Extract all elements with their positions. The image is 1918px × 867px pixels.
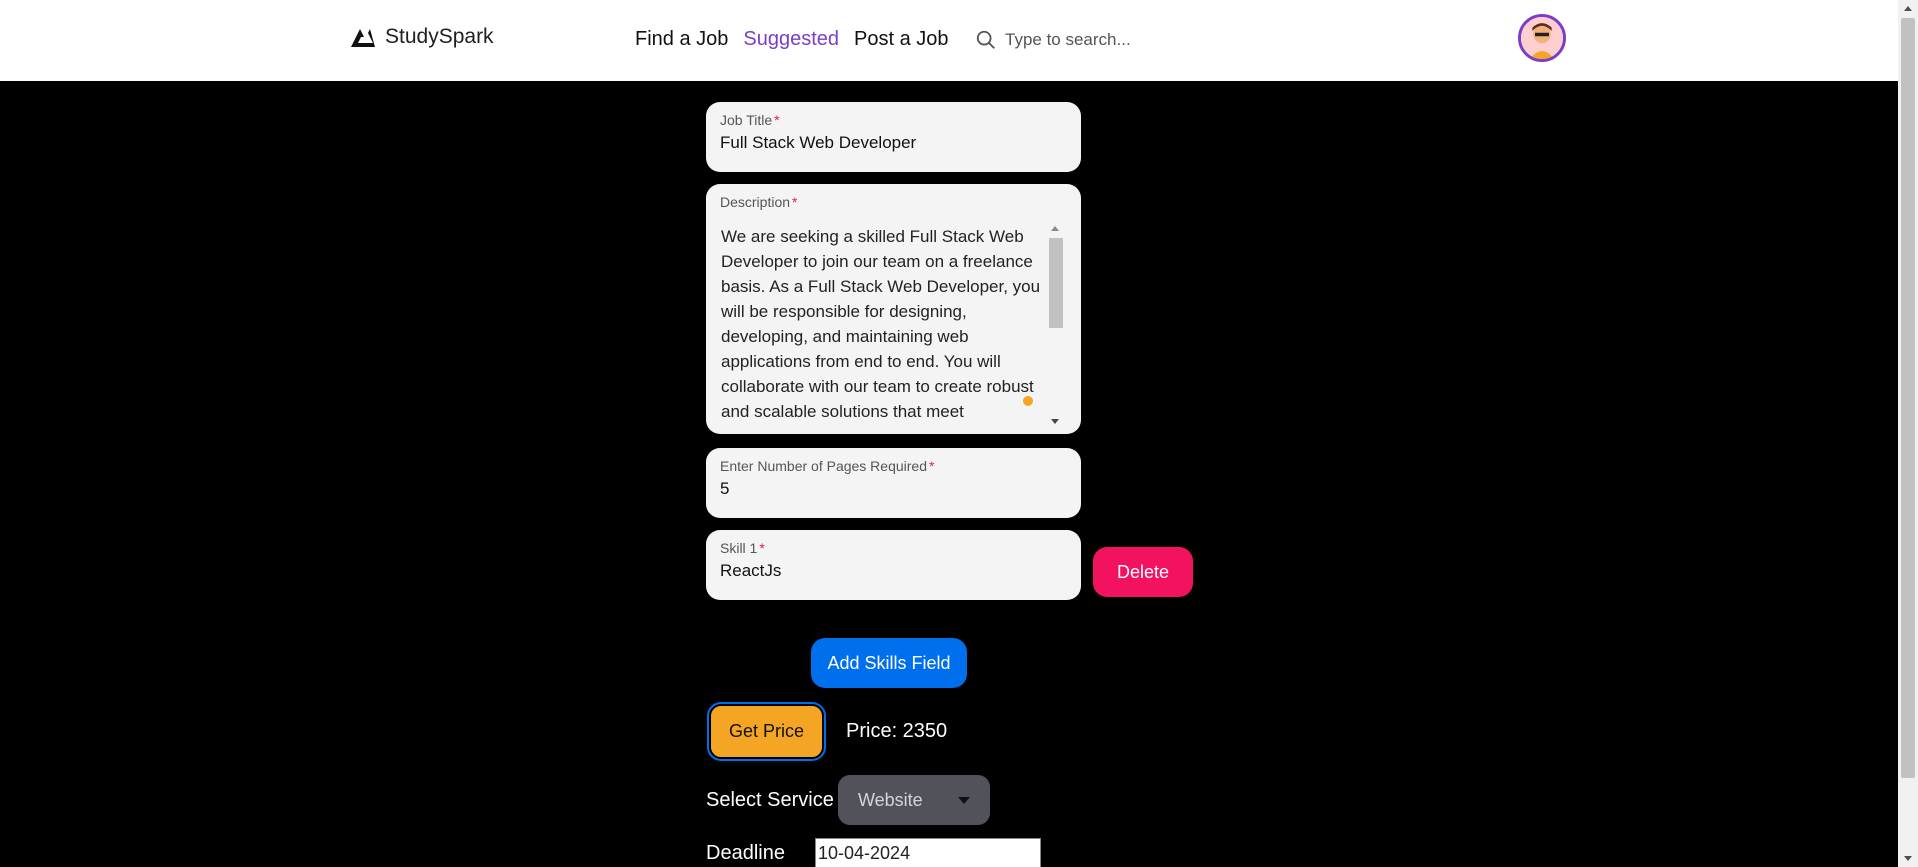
description-scrollbar[interactable] bbox=[1048, 226, 1063, 424]
user-avatar-icon bbox=[1521, 17, 1563, 59]
scroll-thumb[interactable] bbox=[1049, 238, 1063, 328]
required-mark: * bbox=[774, 112, 780, 128]
scroll-up-icon[interactable] bbox=[1904, 6, 1912, 11]
skill-label: Skill 1 bbox=[720, 540, 758, 556]
service-value: Website bbox=[858, 789, 923, 810]
nav-suggested[interactable]: Suggested bbox=[743, 28, 839, 51]
main-nav: Find a Job Suggested Post a Job bbox=[635, 28, 949, 51]
job-title-field[interactable]: Job Title * Full Stack Web Developer bbox=[706, 102, 1081, 172]
search-input[interactable] bbox=[1005, 30, 1465, 50]
chevron-down-icon bbox=[958, 797, 970, 804]
logo-icon bbox=[351, 29, 375, 47]
get-price-button[interactable]: Get Price bbox=[709, 704, 824, 759]
description-field[interactable]: Description * We are seeking a skilled Fu… bbox=[706, 184, 1081, 434]
scroll-down-icon[interactable] bbox=[1051, 419, 1059, 424]
service-label: Select Service bbox=[706, 789, 834, 811]
search-icon bbox=[976, 30, 995, 49]
required-mark: * bbox=[759, 540, 765, 556]
scroll-down-icon[interactable] bbox=[1904, 856, 1912, 861]
job-title-value[interactable]: Full Stack Web Developer bbox=[720, 133, 1067, 153]
avatar[interactable] bbox=[1518, 14, 1566, 62]
status-dot bbox=[1023, 396, 1033, 406]
scroll-thumb[interactable] bbox=[1901, 18, 1915, 778]
skill-field[interactable]: Skill 1 * ReactJs bbox=[706, 530, 1081, 600]
required-mark: * bbox=[792, 194, 798, 210]
brand[interactable]: StudySpark bbox=[349, 25, 494, 49]
scroll-up-icon[interactable] bbox=[1051, 226, 1059, 231]
description-textarea[interactable]: We are seeking a skilled Full Stack Web … bbox=[721, 224, 1046, 424]
deadline-label: Deadline bbox=[706, 842, 785, 864]
page-scrollbar[interactable] bbox=[1898, 0, 1918, 867]
pages-value[interactable]: 5 bbox=[720, 479, 1067, 499]
pages-label: Enter Number of Pages Required bbox=[720, 458, 927, 474]
job-title-label: Job Title bbox=[720, 112, 773, 128]
search-bar bbox=[963, 18, 1503, 62]
required-mark: * bbox=[929, 458, 935, 474]
add-skills-button[interactable]: Add Skills Field bbox=[811, 638, 967, 688]
deadline-input[interactable] bbox=[815, 838, 1041, 867]
nav-find-job[interactable]: Find a Job bbox=[635, 28, 728, 51]
pages-field[interactable]: Enter Number of Pages Required * 5 bbox=[706, 448, 1081, 518]
top-navbar: StudySpark Find a Job Suggested Post a J… bbox=[0, 0, 1898, 81]
delete-skill-button[interactable]: Delete bbox=[1093, 547, 1193, 597]
price-text: Price: 2350 bbox=[846, 720, 948, 742]
description-label: Description bbox=[720, 194, 791, 210]
nav-post-job[interactable]: Post a Job bbox=[854, 28, 949, 51]
brand-name: StudySpark bbox=[385, 25, 494, 48]
service-select[interactable]: Website bbox=[838, 775, 990, 825]
skill-value[interactable]: ReactJs bbox=[720, 561, 1067, 581]
